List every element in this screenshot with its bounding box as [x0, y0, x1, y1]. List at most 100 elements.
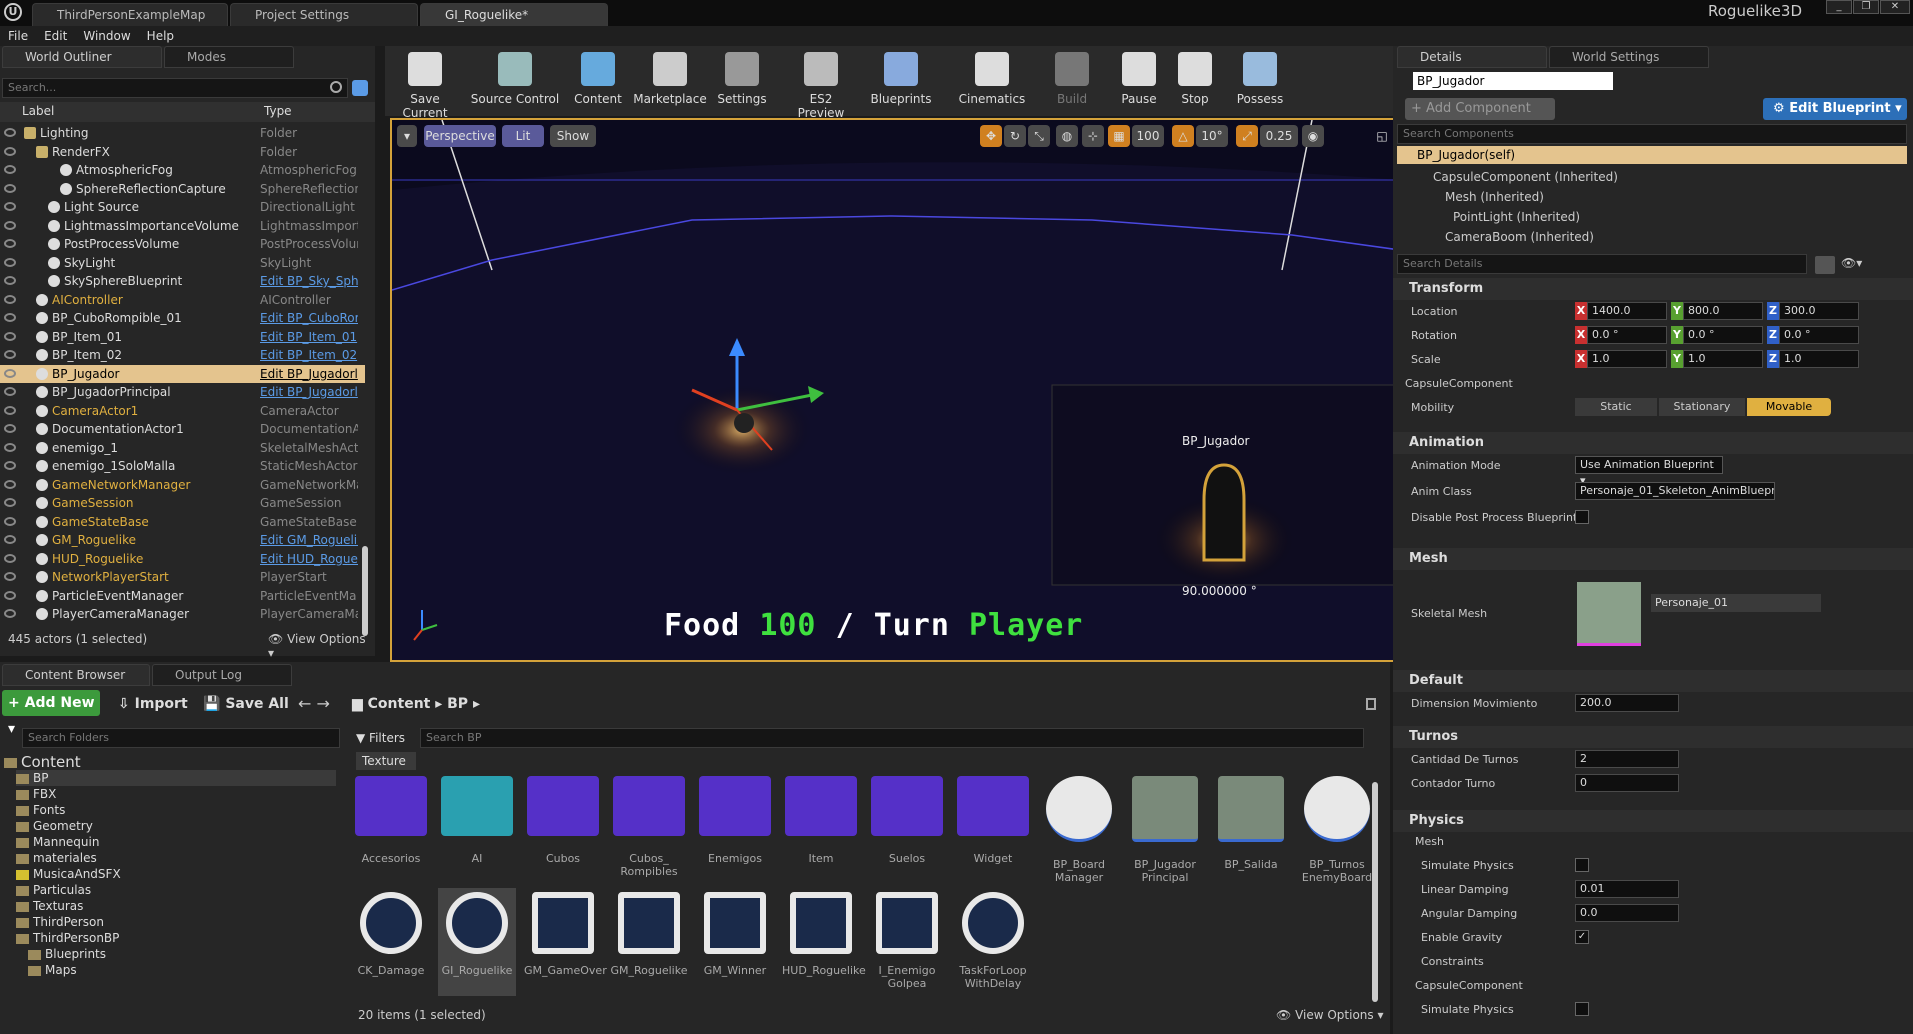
visibility-eye-icon[interactable] — [4, 146, 16, 156]
visibility-eye-icon[interactable] — [4, 128, 16, 137]
menu-help[interactable]: Help — [139, 26, 182, 46]
level-viewport[interactable]: ▾ Perspective Lit Show ✥ ↻ ⤡ ◍ ⊹ ▦ 100 △… — [390, 118, 1398, 662]
outliner-row-type[interactable]: Edit BP_Item_02 — [260, 346, 358, 364]
outliner-row[interactable]: AtmosphericFog AtmosphericFog — [0, 161, 365, 180]
visibility-eye-icon[interactable] — [4, 461, 16, 470]
asset-tile[interactable]: Accesorios — [352, 776, 430, 865]
breadcrumb-content[interactable]: Content — [368, 696, 431, 712]
breadcrumb-bp[interactable]: BP — [447, 696, 468, 712]
outliner-search-input[interactable]: Search... — [2, 78, 348, 98]
outliner-row[interactable]: enemigo_1SoloMalla StaticMeshActor — [0, 457, 365, 476]
constraints-header[interactable]: Constraints — [1421, 954, 1484, 970]
physics-mesh-header[interactable]: Mesh — [1415, 834, 1444, 850]
visibility-eye-icon[interactable] — [4, 257, 16, 267]
loc-x-field[interactable]: 1400.0 — [1587, 302, 1667, 320]
save-all-button[interactable]: 💾 Save All — [203, 696, 289, 712]
add-component-button[interactable]: + Add Component — [1405, 98, 1555, 120]
visibility-eye-icon[interactable] — [4, 535, 16, 544]
cant-turnos-field[interactable]: 2 — [1575, 750, 1679, 768]
dim-mov-field[interactable]: 200.0 — [1575, 694, 1679, 712]
tab-content-browser[interactable]: Content Browser — [2, 664, 150, 686]
section-default[interactable]: Default — [1393, 670, 1913, 692]
tab-output-log[interactable]: Output Log — [152, 664, 292, 686]
angular-damping-field[interactable]: 0.0 — [1575, 904, 1679, 922]
outliner-row-type[interactable]: Edit HUD_Roguel — [260, 550, 358, 568]
search-folders-input[interactable]: Search Folders — [22, 728, 340, 748]
doc-tab-project-settings[interactable]: Project Settings — [230, 3, 418, 26]
folder-tree-item[interactable]: Maps — [28, 962, 77, 978]
asset-tile[interactable]: AI — [438, 776, 516, 865]
scale-snap-value[interactable]: 0.25 — [1260, 125, 1298, 147]
rot-y-field[interactable]: 0.0 ° — [1683, 326, 1763, 344]
component-capsule[interactable]: CapsuleComponent (Inherited) — [1433, 170, 1618, 184]
outliner-row[interactable]: LightmassImportanceVolume LightmassImport… — [0, 217, 365, 236]
asset-tile[interactable]: GM_Winner — [696, 888, 774, 977]
outliner-row[interactable]: BP_Jugador Edit BP_Jugadorl — [0, 364, 365, 383]
visibility-eye-icon[interactable] — [4, 350, 16, 359]
folder-tree-item[interactable]: ThirdPersonBP — [16, 930, 119, 946]
es2-preview-button[interactable]: ES2 Preview — [785, 50, 857, 120]
asset-tile[interactable]: Cubos — [524, 776, 602, 865]
visibility-eye-icon[interactable] — [4, 313, 16, 322]
asset-tile[interactable]: GI_Roguelike — [438, 888, 516, 996]
section-mesh[interactable]: Mesh — [1393, 548, 1913, 570]
asset-tile[interactable]: GM_Roguelike — [610, 888, 688, 977]
doc-tab-map[interactable]: ThirdPersonExampleMap — [32, 3, 228, 26]
capsule-component-header[interactable]: CapsuleComponent — [1405, 376, 1513, 392]
visibility-eye-icon[interactable] — [4, 609, 16, 618]
scl-y-field[interactable]: 1.0 — [1683, 350, 1763, 368]
folder-tree-item[interactable]: Particulas — [16, 882, 91, 898]
section-transform[interactable]: Transform — [1393, 278, 1913, 300]
outliner-row[interactable]: Lighting Folder — [0, 124, 365, 143]
visibility-eye-icon[interactable] — [4, 516, 16, 526]
maximize-viewport-icon[interactable]: ◱ — [1372, 125, 1392, 147]
tab-world-outliner[interactable]: World Outliner — [2, 46, 162, 68]
asset-tile[interactable]: TaskForLoop WithDelay — [954, 888, 1032, 990]
translate-tool-icon[interactable]: ✥ — [980, 125, 1002, 147]
property-matrix-icon[interactable] — [1815, 256, 1835, 274]
visibility-eye-icon[interactable] — [4, 368, 16, 378]
perspective-button[interactable]: Perspective — [424, 125, 496, 147]
folder-tree-item[interactable]: ThirdPerson — [16, 914, 104, 930]
outliner-view-options[interactable]: 👁 View Options ▾ — [268, 632, 375, 660]
tab-modes[interactable]: Modes — [164, 46, 294, 68]
asset-tile[interactable]: Cubos_ Rompibles — [610, 776, 688, 878]
simulate-physics-checkbox[interactable] — [1575, 858, 1589, 872]
visibility-icon[interactable]: 👁▾ — [1841, 256, 1865, 274]
visibility-eye-icon[interactable] — [4, 572, 16, 581]
visibility-eye-icon[interactable] — [4, 294, 16, 304]
lock-icon[interactable] — [1366, 698, 1376, 710]
visibility-eye-icon[interactable] — [4, 479, 16, 489]
search-details-input[interactable]: Search Details — [1397, 254, 1807, 274]
folder-tree-item[interactable]: materiales — [16, 850, 97, 866]
pause-button[interactable]: Pause — [1116, 50, 1162, 112]
outliner-row[interactable]: SphereReflectionCapture SphereReflectionC — [0, 180, 365, 199]
minimize-button[interactable]: _ — [1826, 0, 1852, 14]
save-current-button[interactable]: Save Current — [390, 50, 460, 120]
folder-tree-item[interactable]: Blueprints — [28, 946, 106, 962]
asset-tile[interactable]: GM_GameOver — [524, 888, 607, 977]
back-arrow-icon[interactable]: ← → — [298, 694, 330, 713]
col-label[interactable]: Label — [22, 104, 54, 118]
section-turnos[interactable]: Turnos — [1393, 726, 1913, 748]
outliner-row-type[interactable]: Edit BP_CuboRor — [260, 309, 358, 327]
visibility-eye-icon[interactable] — [4, 276, 16, 285]
outliner-row[interactable]: GM_Roguelike Edit GM_Roguelil — [0, 531, 365, 550]
visibility-eye-icon[interactable] — [4, 202, 16, 211]
search-bp-input[interactable]: Search BP — [420, 728, 1364, 748]
show-button[interactable]: Show — [550, 125, 596, 147]
outliner-row[interactable]: enemigo_1 SkeletalMeshActo — [0, 439, 365, 458]
viewport-menu-button[interactable]: ▾ — [397, 125, 417, 147]
outliner-row[interactable]: RenderFX Folder — [0, 143, 365, 162]
visibility-eye-icon[interactable] — [4, 424, 16, 433]
section-physics[interactable]: Physics — [1393, 810, 1913, 832]
asset-tile[interactable]: BP_Board Manager — [1040, 776, 1118, 884]
surface-snap-icon[interactable]: ⊹ — [1082, 125, 1104, 147]
import-button[interactable]: ⇩ Import — [118, 696, 188, 712]
disable-pp-checkbox[interactable] — [1575, 510, 1589, 524]
grid-size-value[interactable]: 100 — [1132, 125, 1164, 147]
visibility-eye-icon[interactable] — [4, 590, 16, 600]
world-space-icon[interactable]: ◍ — [1056, 125, 1078, 147]
linear-damping-field[interactable]: 0.01 — [1575, 880, 1679, 898]
mobility-movable-button[interactable]: Movable — [1747, 398, 1831, 416]
